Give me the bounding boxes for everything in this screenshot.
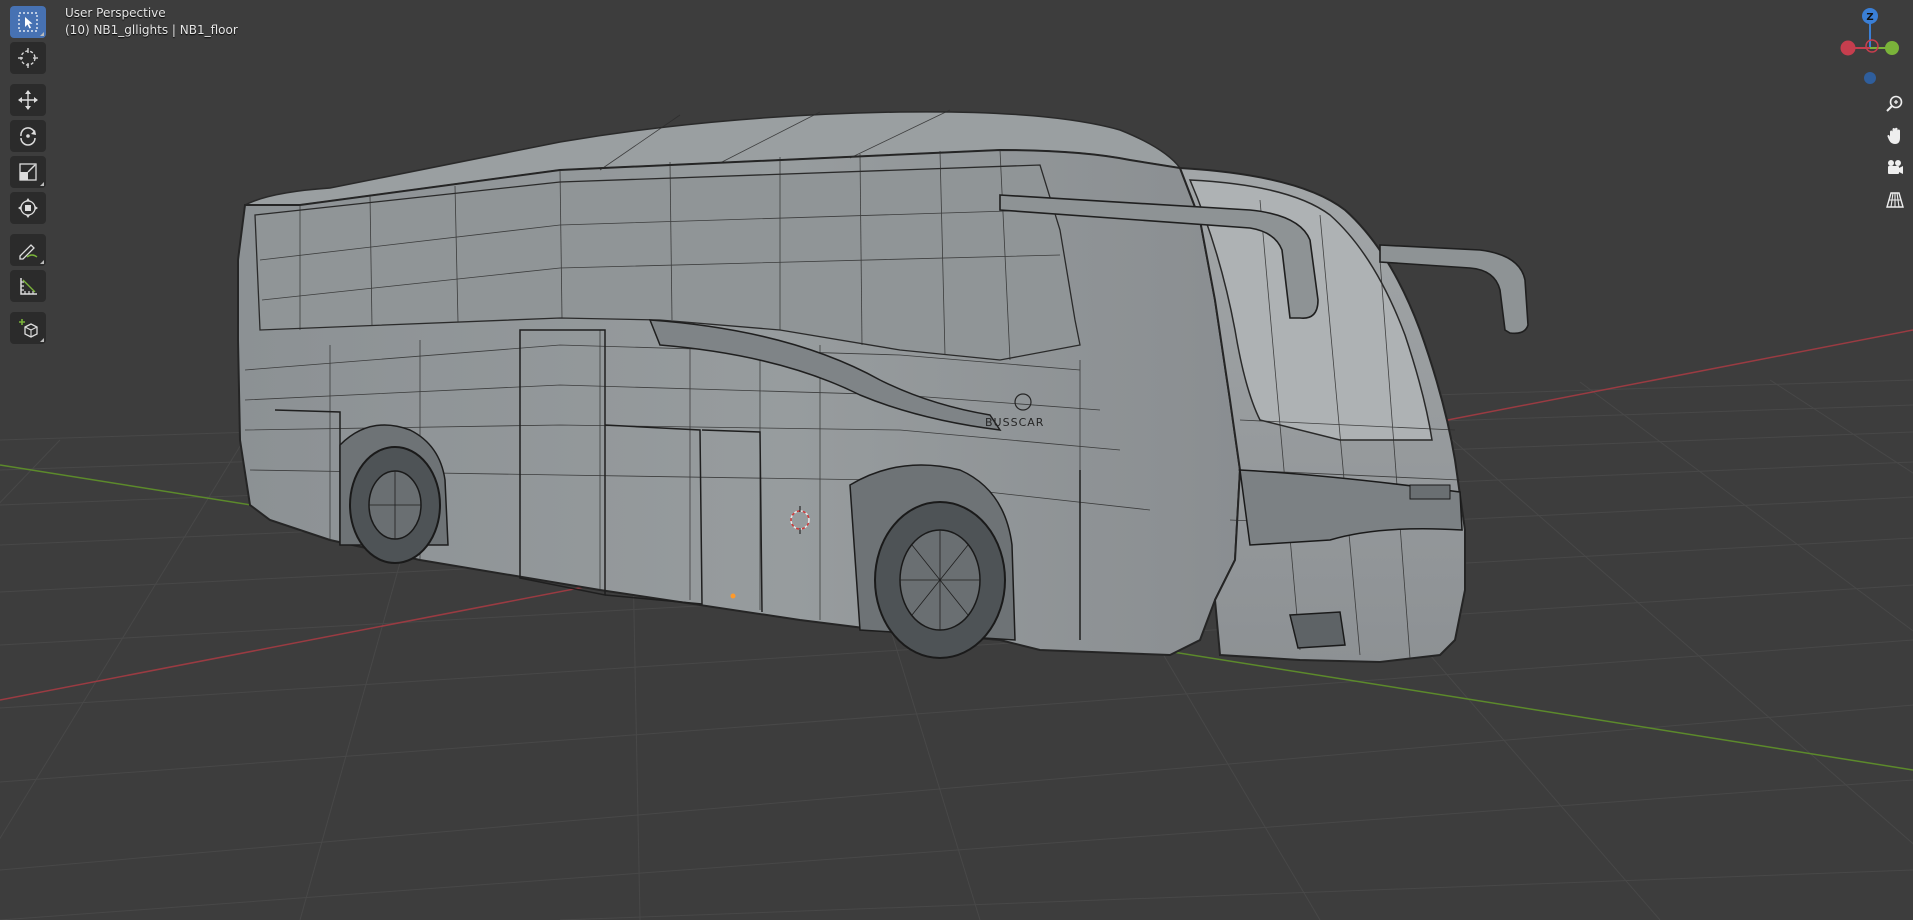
scale-icon — [19, 163, 37, 181]
x-axis-handle[interactable] — [1840, 40, 1856, 56]
select-box-icon — [18, 12, 38, 32]
select-box-tool[interactable] — [10, 6, 46, 38]
neg-z-axis-handle[interactable] — [1864, 72, 1876, 84]
move-tool[interactable] — [10, 84, 46, 116]
pan-hand-icon — [1887, 127, 1900, 144]
pan-button[interactable] — [1881, 122, 1909, 150]
camera-icon — [1888, 160, 1903, 174]
view-name-label: User Perspective — [65, 6, 166, 20]
cursor-icon — [18, 48, 38, 68]
zoom-icon — [1886, 95, 1903, 112]
transform-tool[interactable] — [10, 192, 46, 224]
add-cube-tool[interactable] — [10, 312, 46, 344]
grid-perspective-icon — [1886, 192, 1904, 208]
svg-text:BUSSCAR: BUSSCAR — [985, 416, 1044, 429]
object-origin — [730, 593, 736, 599]
neg-x-axis-handle[interactable] — [1865, 39, 1879, 53]
rotate-tool[interactable] — [10, 120, 46, 152]
transform-icon — [18, 198, 38, 218]
navigation-buttons — [1881, 90, 1909, 218]
navigation-gizmo[interactable]: Z — [1834, 6, 1906, 86]
annotate-tool[interactable] — [10, 234, 46, 266]
tool-shelf — [8, 6, 48, 348]
zoom-button[interactable] — [1881, 90, 1909, 118]
cursor-tool[interactable] — [10, 42, 46, 74]
annotate-icon — [19, 244, 38, 260]
toggle-perspective-button[interactable] — [1881, 186, 1909, 214]
3d-viewport[interactable]: BUSSCAR User Perspective (10) NB1_glligh… — [0, 0, 1913, 920]
z-axis-label: Z — [1866, 12, 1873, 23]
measure-icon — [20, 278, 37, 295]
move-icon — [18, 90, 38, 110]
y-axis-handle[interactable] — [1885, 41, 1899, 55]
bus-model[interactable]: BUSSCAR — [237, 109, 1529, 664]
add-cube-icon — [19, 319, 38, 338]
camera-view-button[interactable] — [1881, 154, 1909, 182]
measure-tool[interactable] — [10, 270, 46, 302]
object-info-label: (10) NB1_gllights | NB1_floor — [65, 23, 238, 37]
rotate-icon — [20, 127, 36, 146]
scale-tool[interactable] — [10, 156, 46, 188]
scene-canvas[interactable]: BUSSCAR — [0, 0, 1913, 920]
